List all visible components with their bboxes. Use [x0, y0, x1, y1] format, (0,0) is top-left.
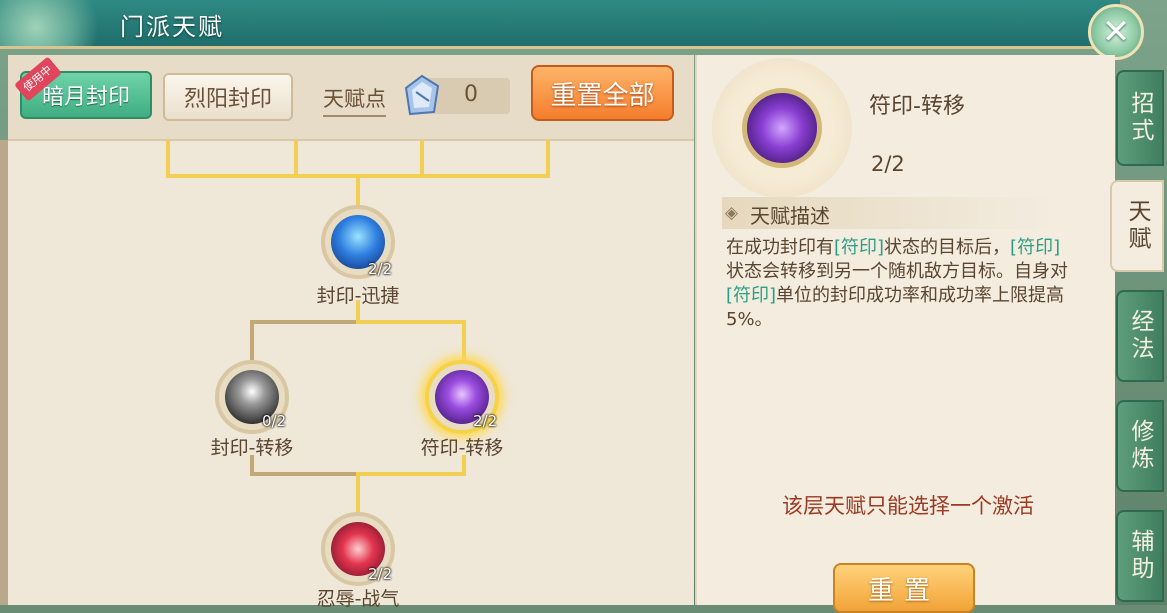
talent-points-value: 0 — [464, 82, 478, 107]
side-tab-assist[interactable]: 辅助 — [1116, 510, 1164, 602]
talent-crystal-icon — [404, 74, 440, 116]
layer-notice: 该层天赋只能选择一个激活 — [782, 494, 1034, 518]
window-title: 门派天赋 — [120, 13, 224, 41]
node-count: 2/2 — [473, 412, 498, 430]
tree-line — [356, 472, 466, 476]
tree-line — [294, 140, 298, 176]
side-tab-scripture[interactable]: 经法 — [1116, 290, 1164, 382]
tree-line — [250, 320, 358, 324]
tree-line — [250, 472, 358, 476]
node-label: 符印-转移 — [420, 437, 504, 459]
close-icon: ✕ — [1101, 12, 1131, 52]
tree-line — [356, 472, 360, 512]
close-button[interactable]: ✕ — [1088, 4, 1144, 60]
detail-talent-name: 符印-转移 — [869, 94, 965, 119]
node-count: 2/2 — [368, 260, 393, 278]
detail-talent-level: 2/2 — [871, 152, 905, 176]
panel-edge — [0, 140, 8, 605]
tree-line — [356, 320, 466, 324]
tree-line — [250, 320, 254, 360]
tree-line — [420, 140, 424, 176]
cloud-ornament-icon — [0, 0, 120, 46]
tree-line — [166, 140, 170, 176]
side-tab-talent[interactable]: 天赋 — [1110, 180, 1164, 272]
tree-line — [462, 320, 466, 360]
title-bar: 门派天赋 — [0, 0, 1120, 49]
description-title: 天赋描述 — [750, 204, 830, 228]
side-tab-cultivate[interactable]: 修炼 — [1116, 400, 1164, 492]
node-label: 封印-转移 — [210, 437, 294, 459]
diamond-icon: ◈ — [725, 203, 739, 223]
node-label: 忍辱-战气 — [316, 588, 400, 610]
side-tab-moves[interactable]: 招式 — [1116, 70, 1164, 166]
purple-knot-icon — [742, 88, 822, 168]
node-count: 0/2 — [262, 412, 287, 430]
reset-button[interactable]: 重置 — [833, 563, 975, 613]
talent-points-label: 天赋点 — [323, 83, 386, 117]
tab-blazing-sun-seal[interactable]: 烈阳封印 — [163, 73, 293, 121]
node-count: 2/2 — [368, 565, 393, 583]
tree-line — [546, 140, 550, 176]
node-label: 封印-迅捷 — [316, 285, 400, 307]
description-text: 在成功封印有[符印]状态的目标后，[符印]状态会转移到另一个随机敌方目标。自身对… — [726, 237, 1068, 330]
reset-all-button[interactable]: 重置全部 — [531, 65, 674, 121]
